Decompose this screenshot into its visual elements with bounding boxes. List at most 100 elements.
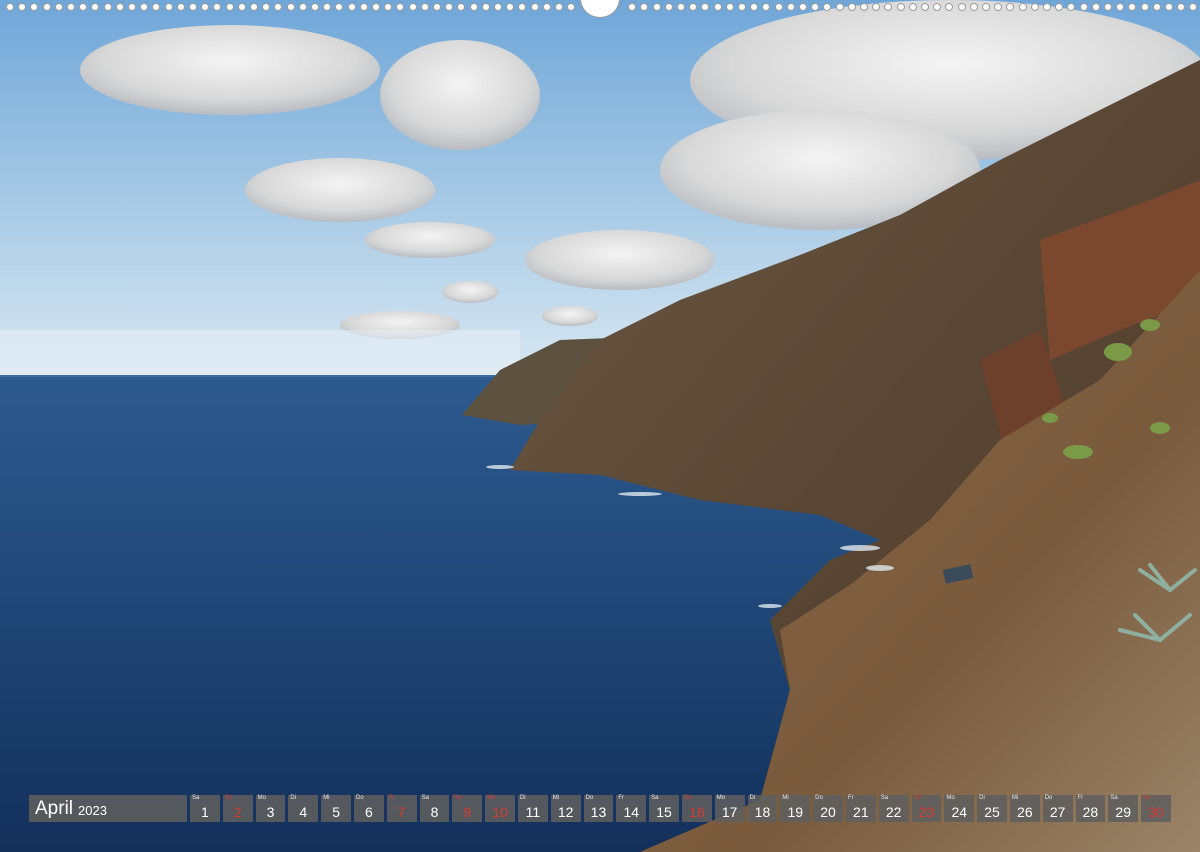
- day-number: 9: [463, 804, 472, 820]
- binding-ring: [567, 3, 576, 11]
- binding-ring: [298, 3, 307, 11]
- binding-ring: [652, 3, 661, 11]
- binding-ring: [445, 3, 454, 11]
- binding-ring: [1079, 3, 1088, 11]
- day-cell: So 9: [452, 795, 483, 822]
- binding-ring: [811, 3, 820, 11]
- day-cells: Sa 1 So 2 Mo 3 Di 4 Mi 5 Do 6 Fr 7 Sa 8 So 9 Mo 10 Di 11 Mi 12 D…: [190, 795, 1171, 822]
- binding-ring: [1055, 3, 1064, 11]
- binding-ring: [957, 3, 966, 11]
- day-cell: Do 27: [1042, 795, 1073, 822]
- day-number: 12: [557, 804, 574, 820]
- binding-ring: [189, 3, 197, 11]
- binding-ring: [969, 3, 978, 11]
- binding-ring: [884, 3, 893, 11]
- binding-ring: [725, 3, 734, 11]
- binding-ring: [140, 3, 149, 11]
- weekday-label: Do: [1044, 795, 1053, 801]
- binding-ring: [128, 3, 136, 11]
- binding-ring: [274, 3, 283, 11]
- binding-ring: [6, 3, 14, 11]
- binding-ring: [750, 3, 759, 11]
- weekday-label: Mo: [257, 795, 266, 801]
- day-number: 22: [885, 804, 902, 820]
- weekday-label: Di: [290, 795, 297, 801]
- day-number: 25: [984, 804, 1000, 820]
- day-cell: Di 25: [977, 795, 1007, 822]
- day-number: 26: [1017, 804, 1033, 820]
- day-cell: Mo 17: [714, 795, 745, 822]
- binding-ring: [457, 3, 466, 11]
- binding-ring: [384, 3, 393, 11]
- binding-ring: [1043, 3, 1051, 11]
- weekday-label: Do: [355, 795, 364, 801]
- day-cell: Mi 5: [321, 795, 351, 822]
- weekday-label: Mo: [716, 795, 726, 801]
- day-number: 27: [1049, 804, 1066, 820]
- coastal-landscape-photo: [0, 0, 1200, 852]
- binding-ring: [347, 3, 356, 11]
- binding-ring: [433, 3, 441, 11]
- weekday-label: So: [224, 795, 233, 801]
- day-cell: So 23: [911, 795, 942, 822]
- day-number: 21: [853, 804, 869, 820]
- weekday-label: Di: [979, 795, 985, 801]
- weekday-label: Fr: [847, 795, 854, 801]
- month-label: April 2023: [29, 795, 187, 822]
- binding-ring: [250, 3, 258, 11]
- binding-ring: [713, 3, 722, 11]
- binding-ring: [481, 3, 490, 11]
- day-cell: Mo 3: [255, 795, 286, 822]
- day-number: 14: [623, 804, 640, 820]
- binding-ring: [18, 3, 27, 11]
- binding-ring: [408, 3, 417, 11]
- weekday-label: Sa: [651, 795, 659, 801]
- day-cell: Mi 12: [550, 795, 581, 822]
- day-cell: Sa 1: [190, 795, 220, 822]
- day-cell: Fr 21: [845, 795, 876, 822]
- binding-ring: [176, 3, 185, 11]
- binding-ring: [1030, 3, 1039, 11]
- weekday-label: Sa: [880, 795, 889, 801]
- binding-ring: [933, 3, 942, 11]
- binding-ring: [1189, 3, 1198, 11]
- day-number: 4: [299, 804, 308, 820]
- weekday-label: Di: [519, 795, 526, 801]
- binding-ring: [738, 3, 746, 11]
- binding-ring: [237, 3, 246, 11]
- weekday-label: Fr: [388, 795, 395, 801]
- day-cell: Do 13: [583, 795, 614, 822]
- binding-ring: [164, 3, 173, 11]
- binding-ring: [1165, 3, 1173, 11]
- binding-ring: [786, 3, 795, 11]
- weekday-label: So: [1143, 795, 1151, 801]
- binding-ring: [311, 3, 319, 11]
- day-cell: Do 6: [353, 795, 384, 822]
- binding-ring: [115, 3, 124, 11]
- binding-ring: [1128, 3, 1137, 11]
- weekday-label: Do: [815, 795, 823, 801]
- calendar-bar: April 2023 Sa 1 So 2 Mo 3 Di 4 Mi 5 Do 6 Fr 7 Sa 8 So 9 Mo…: [29, 795, 1172, 822]
- binding-ring: [372, 3, 380, 11]
- binding-ring: [262, 3, 271, 11]
- day-number: 17: [721, 804, 738, 820]
- binding-ring: [420, 3, 429, 11]
- binding-ring: [469, 3, 478, 11]
- day-number: 23: [918, 804, 935, 820]
- day-number: 24: [951, 804, 968, 820]
- day-cell: Di 11: [517, 795, 548, 822]
- binding-ring: [872, 3, 881, 11]
- weekday-label: Mi: [323, 795, 330, 801]
- binding-ring: [1006, 3, 1015, 11]
- binding-ring: [689, 3, 698, 11]
- binding-ring: [628, 3, 637, 11]
- binding-ring: [201, 3, 210, 11]
- binding-ring: [542, 3, 551, 11]
- binding-ring: [494, 3, 502, 11]
- weekday-label: Fr: [618, 795, 625, 801]
- day-cell: Mi 19: [780, 795, 811, 822]
- binding-ring: [860, 3, 868, 11]
- binding-ring: [1067, 3, 1076, 11]
- binding-ring: [42, 3, 51, 11]
- weekday-label: Sa: [192, 795, 200, 801]
